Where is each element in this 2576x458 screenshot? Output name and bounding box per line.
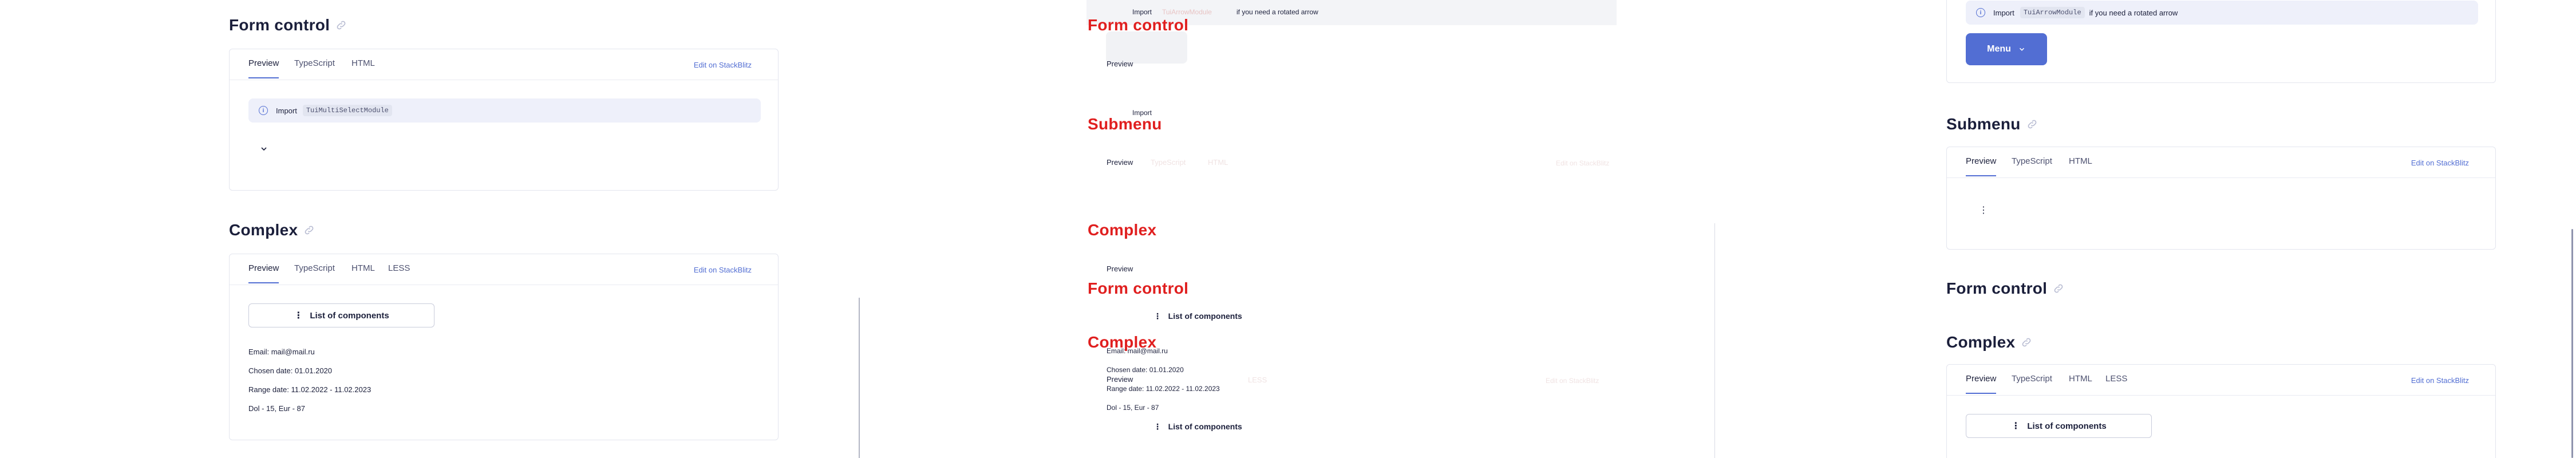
preview-overlay: Preview: [1107, 158, 1133, 167]
column-right: i Import TuiArrowModule if you need a ro…: [1717, 0, 2576, 458]
chevron-down-icon[interactable]: [259, 144, 268, 153]
link-icon[interactable]: [303, 224, 315, 236]
heading-submenu-overlay: Submenu: [1088, 115, 1162, 133]
demo-tabs: Preview TypeScript HTML LESS Edit on Sta…: [230, 254, 778, 285]
list-of-components-button[interactable]: ⋮ List of components: [1966, 414, 2152, 438]
tab-html[interactable]: HTML: [2069, 156, 2092, 166]
link-icon[interactable]: [2026, 119, 2038, 130]
tab-html[interactable]: HTML: [2069, 374, 2092, 384]
tab-html[interactable]: HTML: [351, 263, 375, 273]
range-date-line: Range date: 11.02.2022 - 11.02.2023: [248, 385, 372, 394]
less-ghost: LESS: [1248, 376, 1267, 384]
range-date-overlay: Range date: 11.02.2022 - 11.02.2023: [1107, 385, 1220, 393]
info-icon: i: [259, 106, 268, 115]
heading-complex: Complex: [229, 221, 315, 239]
column-left: Form control Preview TypeScript HTML Edi…: [0, 0, 859, 458]
tab-typescript[interactable]: TypeScript: [2012, 156, 2052, 166]
import-notice: i Import TuiArrowModule if you need a ro…: [1966, 1, 2478, 25]
demo-tabs: Preview TypeScript HTML Edit on StackBli…: [230, 49, 778, 80]
edit-on-stackblitz-link[interactable]: Edit on StackBlitz: [2411, 376, 2469, 385]
chosen-date-overlay: Chosen date: 01.01.2020: [1107, 366, 1184, 374]
scrollbar-thumb[interactable]: [2571, 229, 2573, 458]
list-of-components-overlay: ⋮ List of components: [1153, 422, 1242, 431]
list-of-components-button[interactable]: ⋮ List of components: [248, 303, 434, 327]
note-overlay: if you need a rotated arrow: [1236, 8, 1318, 16]
more-vertical-icon: ⋮: [294, 311, 303, 321]
link-icon[interactable]: [2021, 337, 2032, 348]
tab-preview[interactable]: Preview: [1966, 374, 1997, 394]
tab-typescript[interactable]: TypeScript: [294, 263, 335, 273]
import-notice: i Import TuiMultiSelectModule: [248, 98, 761, 123]
tab-preview[interactable]: Preview: [248, 263, 279, 283]
complex-demo-card: Preview TypeScript HTML LESS Edit on Sta…: [1946, 364, 2496, 458]
link-icon[interactable]: [2053, 283, 2064, 294]
heading-complex: Complex: [1946, 333, 2032, 352]
menu-button-ghost: [1106, 31, 1187, 64]
vertical-divider: [1714, 223, 1715, 458]
import-overlay: Import: [1132, 8, 1152, 16]
demo-tabs: Preview TypeScript HTML Edit on StackBli…: [1947, 147, 2495, 178]
tab-less[interactable]: LESS: [388, 263, 410, 273]
preview-overlay: Preview: [1107, 264, 1133, 273]
module-code: TuiMultiSelectModule: [302, 105, 392, 116]
menu-button[interactable]: Menu: [1966, 33, 2047, 65]
edit-on-stackblitz-link[interactable]: Edit on StackBlitz: [694, 61, 752, 69]
tab-typescript[interactable]: TypeScript: [294, 58, 335, 68]
link-icon[interactable]: [335, 19, 347, 31]
preview-overlay: Preview: [1107, 375, 1133, 384]
edit-ghost: Edit on StackBlitz: [1546, 377, 1599, 385]
vertical-divider: [859, 298, 860, 458]
chevron-down-icon: [2019, 48, 2024, 51]
tab-preview[interactable]: Preview: [248, 58, 279, 78]
heading-form-control: Form control: [229, 16, 347, 34]
email-line: Email: mail@mail.ru: [248, 348, 315, 356]
list-of-components-overlay: ⋮ List of components: [1153, 311, 1242, 321]
html-ghost: HTML: [1208, 158, 1228, 167]
heading-submenu: Submenu: [1946, 115, 2038, 133]
demo-tabs: Preview TypeScript HTML LESS Edit on Sta…: [1947, 365, 2495, 396]
typescript-ghost: TypeScript: [1151, 158, 1186, 167]
column-middle-overlay: Import TuiArrowModule if you need a rota…: [859, 0, 1717, 458]
dropdown-demo-card: i Import TuiArrowModule if you need a ro…: [1946, 0, 2496, 83]
submenu-demo-card: Preview TypeScript HTML Edit on StackBli…: [1946, 147, 2496, 250]
more-vertical-icon[interactable]: ⋮: [1979, 204, 1988, 216]
heading-form-control-overlay: Form control: [1088, 16, 1189, 34]
tab-less[interactable]: LESS: [2105, 374, 2127, 384]
edit-on-stackblitz-link[interactable]: Edit on StackBlitz: [2411, 159, 2469, 167]
preview-overlay: Preview: [1107, 60, 1133, 68]
more-vertical-icon: ⋮: [2011, 421, 2021, 431]
heading-form-control: Form control: [1946, 279, 2064, 298]
edit-ghost: Edit on StackBlitz: [1556, 159, 1610, 167]
tab-preview[interactable]: Preview: [1966, 156, 1997, 176]
tab-typescript[interactable]: TypeScript: [2012, 374, 2052, 384]
chosen-date-line: Chosen date: 01.01.2020: [248, 366, 333, 375]
form-control-demo-card: Preview TypeScript HTML Edit on StackBli…: [229, 49, 779, 191]
module-code: TuiArrowModule: [2020, 7, 2085, 18]
heading-complex-overlay: Complex: [1088, 221, 1157, 239]
heading-form-control-overlay: Form control: [1088, 279, 1189, 297]
info-icon: i: [1976, 8, 1985, 17]
edit-on-stackblitz-link[interactable]: Edit on StackBlitz: [694, 266, 752, 274]
complex-demo-card: Preview TypeScript HTML LESS Edit on Sta…: [229, 254, 779, 440]
currency-overlay: Dol - 15, Eur - 87: [1107, 404, 1159, 412]
email-overlay: Email: mail@mail.ru: [1107, 347, 1168, 355]
tab-html[interactable]: HTML: [351, 58, 375, 68]
module-overlay: TuiArrowModule: [1162, 8, 1212, 16]
currency-line: Dol - 15, Eur - 87: [248, 404, 305, 413]
